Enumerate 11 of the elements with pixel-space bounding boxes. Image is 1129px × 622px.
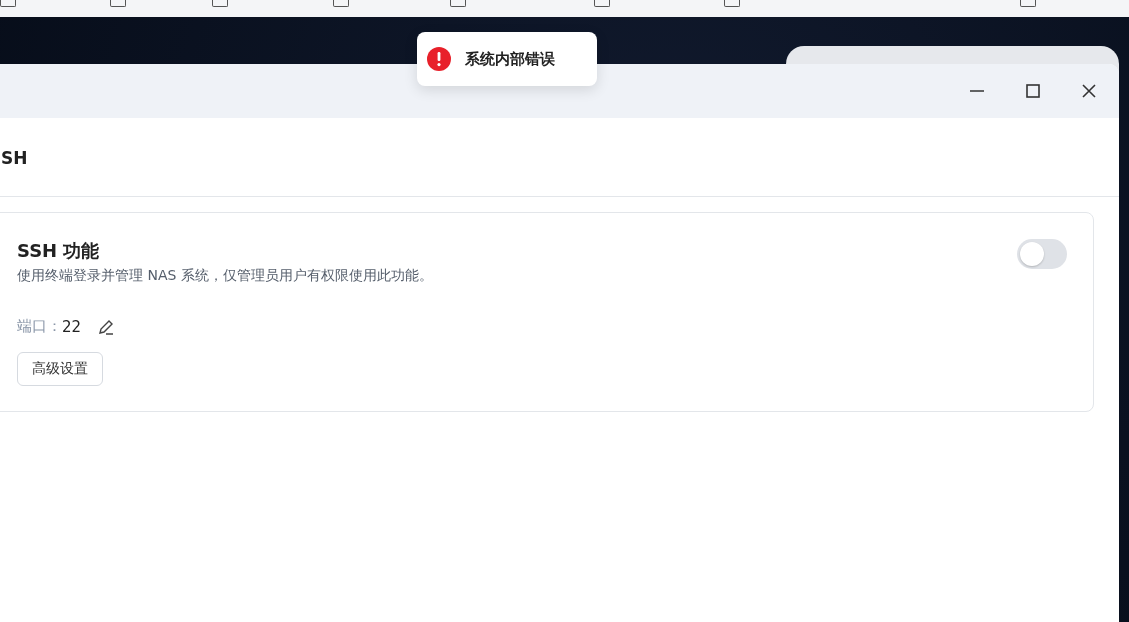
port-value: 22 — [62, 317, 82, 336]
maximize-icon[interactable] — [1025, 83, 1041, 99]
section-title: SH — [0, 148, 1119, 197]
toggle-switch[interactable] — [1017, 239, 1067, 269]
error-icon — [427, 47, 451, 71]
setting-title: SSH 功能 — [17, 239, 101, 263]
port-label: 端口： — [17, 317, 62, 336]
toast-message: 系统内部错误 — [465, 49, 555, 69]
advanced-settings-button[interactable]: 高级设置 — [17, 352, 103, 386]
close-icon[interactable] — [1081, 83, 1097, 99]
setting-description: 使用终端登录并管理 NAS 系统，仅管理员用户有权限使用此功能。 — [17, 267, 433, 285]
